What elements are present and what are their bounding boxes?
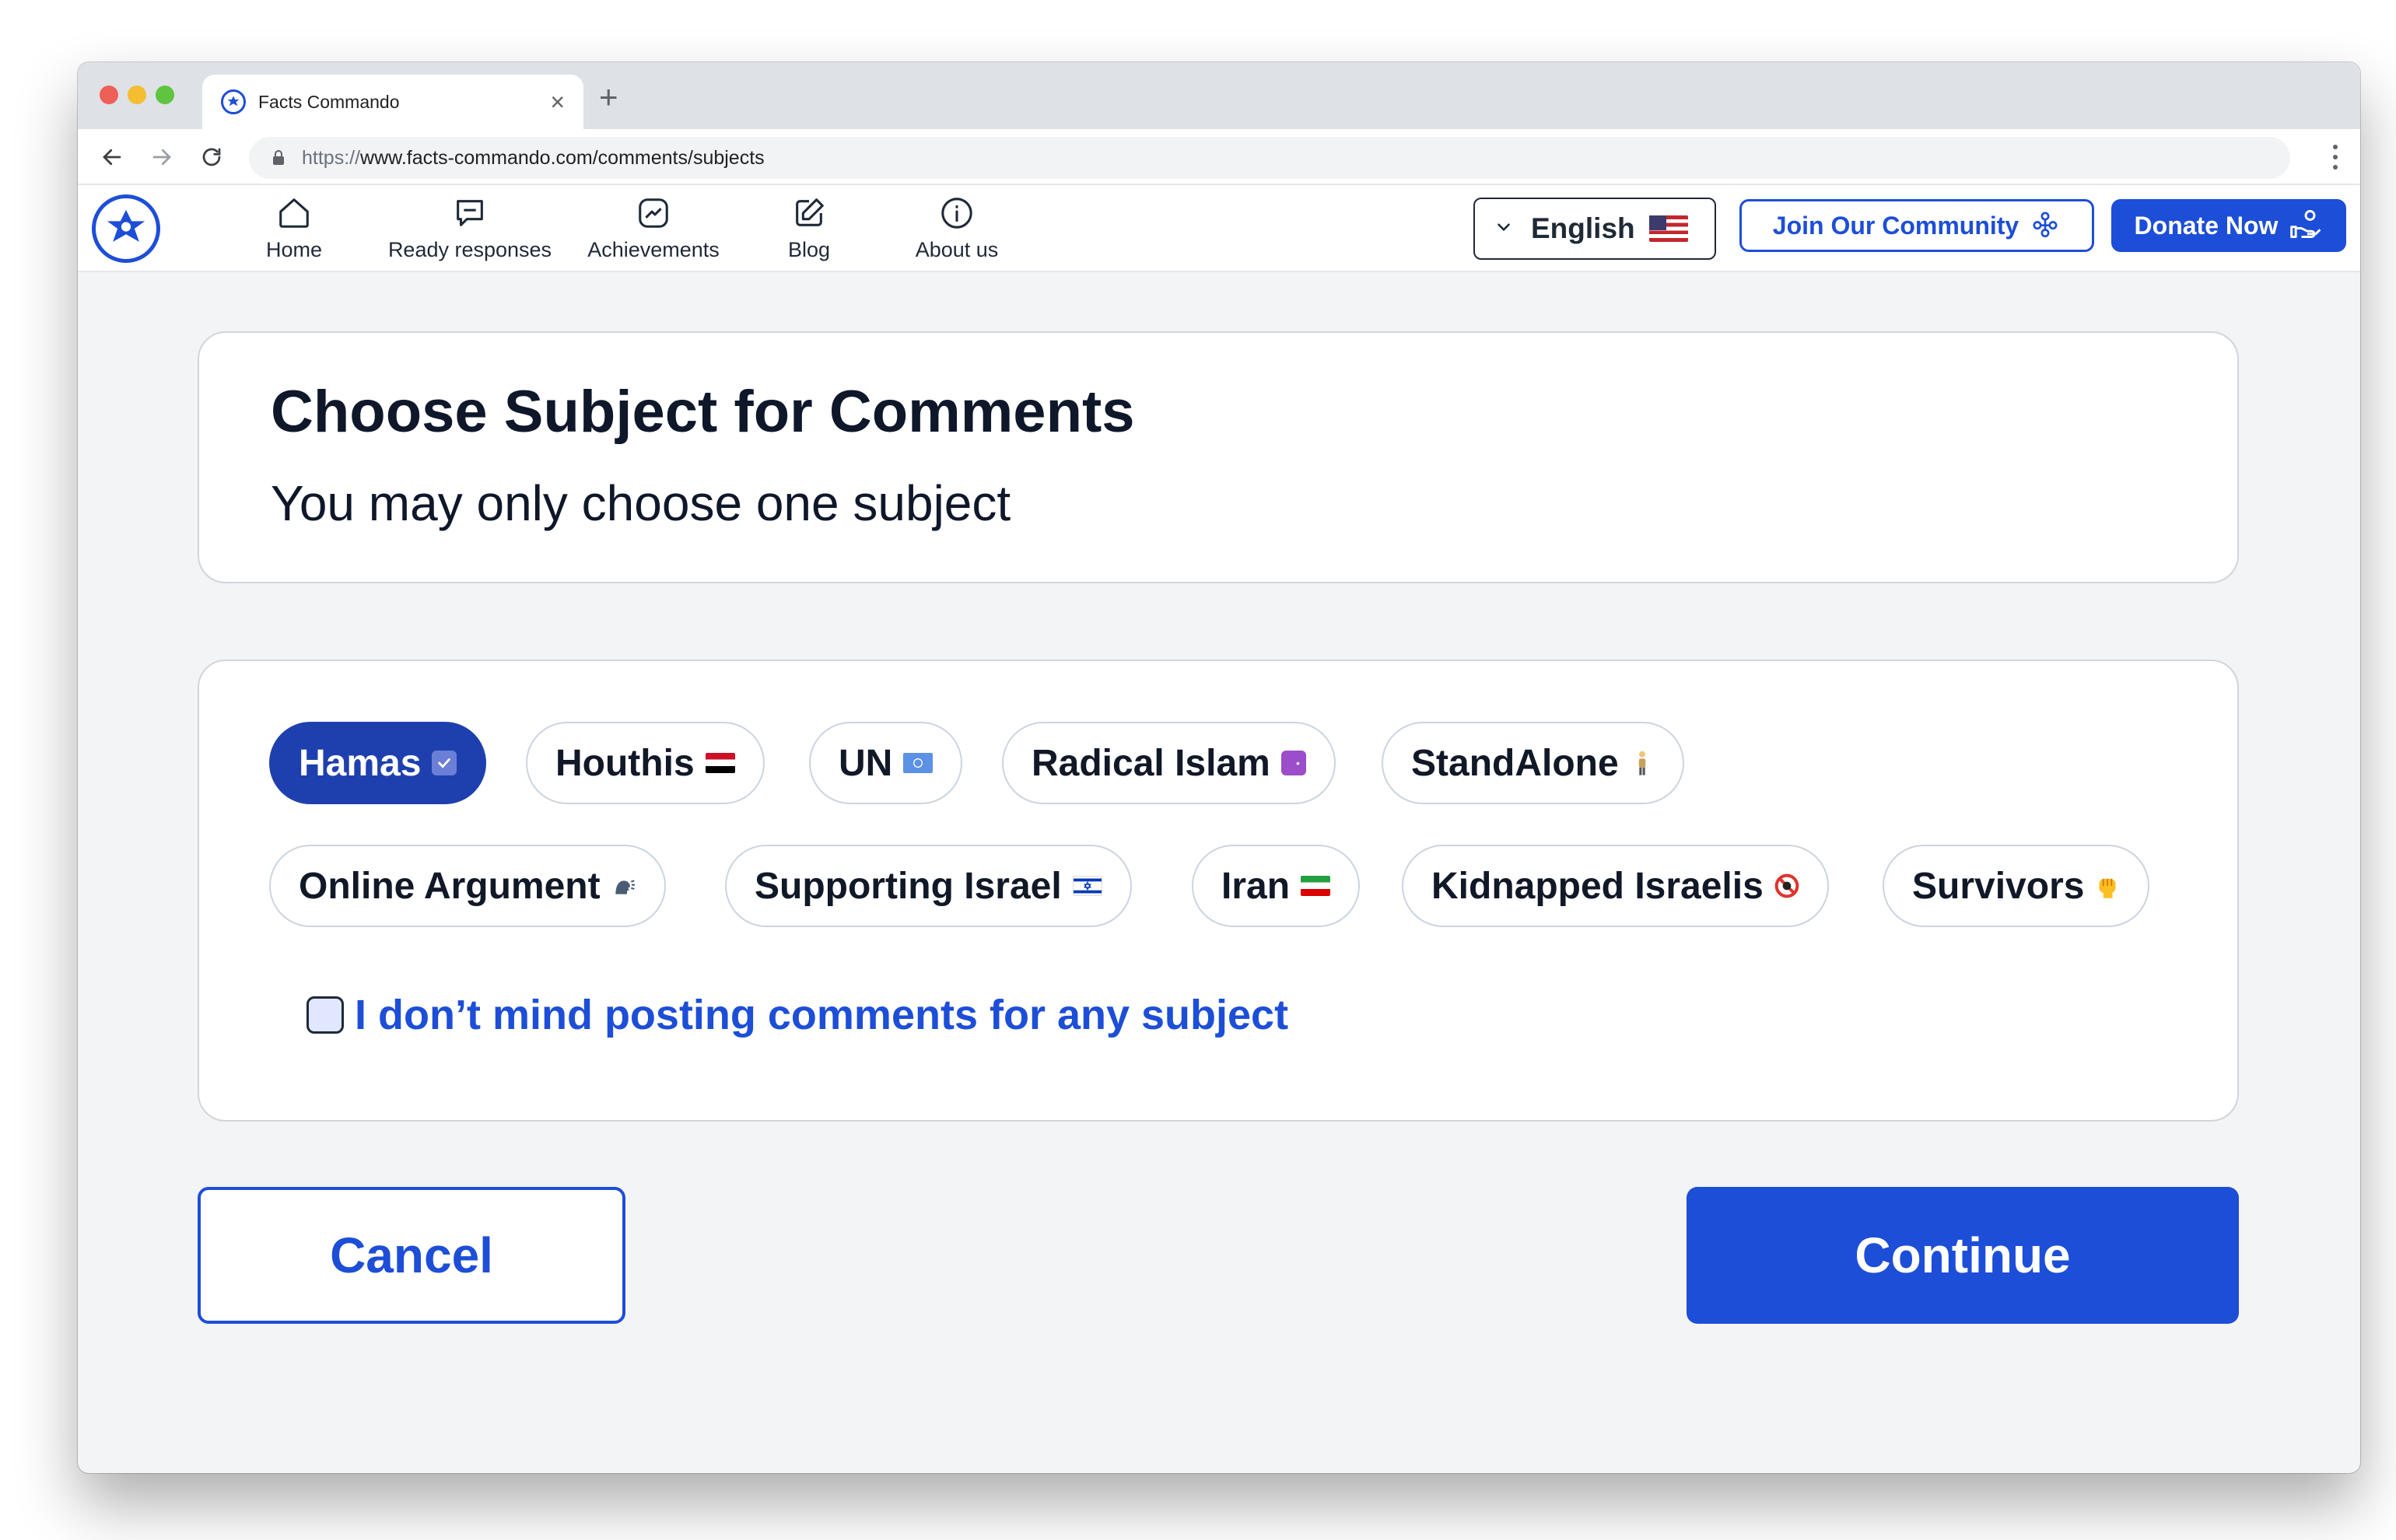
yemen-flag-emoji-icon <box>705 753 735 773</box>
subject-chip-standalone[interactable]: StandAlone <box>1382 722 1684 804</box>
subject-label: Kidnapped Israelis <box>1431 865 1764 907</box>
title-card: Choose Subject for Comments You may only… <box>198 331 2239 583</box>
reload-icon[interactable] <box>194 140 229 174</box>
subjects-card: Hamas Houthis UN Radical Islam StandAlon… <box>198 660 2239 1122</box>
site-header: Home Ready responses Achievements Blog A <box>78 185 2360 272</box>
subject-chip-survivors[interactable]: Survivors <box>1883 845 2150 927</box>
subject-chip-online-argument[interactable]: Online Argument <box>269 845 666 927</box>
subject-label: StandAlone <box>1411 742 1619 784</box>
tab-title: Facts Commando <box>258 91 400 112</box>
cancel-button[interactable]: Cancel <box>198 1187 625 1324</box>
nav-item-home[interactable]: Home <box>263 193 325 268</box>
subject-label: Iran <box>1221 865 1291 907</box>
israel-flag-emoji-icon <box>1072 876 1102 896</box>
donate-button[interactable]: Donate Now <box>2111 199 2346 252</box>
url-text: www.facts-commando.com/comments/subjects <box>360 146 765 169</box>
browser-tab-strip: Facts Commando × + <box>78 62 2360 129</box>
nav-label: About us <box>915 238 999 261</box>
nav-label: Blog <box>787 238 831 261</box>
subject-chip-hamas[interactable]: Hamas <box>269 722 487 804</box>
language-label: English <box>1531 212 1635 244</box>
iran-flag-emoji-icon <box>1301 876 1331 896</box>
subject-label: Supporting Israel <box>755 865 1062 907</box>
nav-item-ready-responses[interactable]: Ready responses <box>377 193 563 268</box>
continue-button[interactable]: Continue <box>1687 1187 2239 1324</box>
site-logo-icon[interactable] <box>92 194 160 263</box>
continue-label: Continue <box>1855 1227 2071 1283</box>
nav-item-about-us[interactable]: About us <box>902 193 1011 268</box>
cancel-label: Cancel <box>330 1227 493 1283</box>
tab-close-icon[interactable]: × <box>550 89 565 114</box>
speaking-head-emoji-icon <box>611 873 636 898</box>
home-icon <box>274 193 314 233</box>
standing-person-emoji-icon <box>1630 751 1655 775</box>
subject-chip-un[interactable]: UN <box>809 722 963 804</box>
no-under-18-emoji-icon <box>1774 873 1799 898</box>
community-icon <box>2030 208 2061 243</box>
donate-hand-icon <box>2289 207 2323 245</box>
subject-chip-iran[interactable]: Iran <box>1192 845 1361 927</box>
close-window-button[interactable] <box>100 86 118 104</box>
subject-chip-kidnapped-israelis[interactable]: Kidnapped Israelis <box>1402 845 1829 927</box>
page-title: Choose Subject for Comments <box>271 379 1135 445</box>
raised-fist-emoji-icon <box>2095 873 2120 898</box>
chevron-down-icon <box>1494 217 1514 241</box>
us-flag-icon <box>1648 215 1688 242</box>
nav-item-achievements[interactable]: Achievements <box>576 193 731 268</box>
nav-label: Achievements <box>587 238 720 261</box>
any-subject-option[interactable]: I don’t mind posting comments for any su… <box>307 991 1288 1039</box>
browser-tab[interactable]: Facts Commando × <box>202 75 583 129</box>
nav-label: Ready responses <box>387 238 552 261</box>
subject-label: Online Argument <box>299 865 601 907</box>
language-select[interactable]: English <box>1473 198 1716 260</box>
join-community-button[interactable]: Join Our Community <box>1739 199 2094 252</box>
subject-label: Survivors <box>1912 865 2085 907</box>
join-community-label: Join Our Community <box>1772 211 2019 240</box>
donate-label: Donate Now <box>2134 211 2279 240</box>
nav-item-blog[interactable]: Blog <box>770 193 848 268</box>
subject-label: Houthis <box>555 742 695 784</box>
back-arrow-icon[interactable] <box>95 140 129 174</box>
lock-icon <box>269 149 288 167</box>
url-scheme: https:// <box>302 146 361 169</box>
info-icon <box>937 193 977 233</box>
browser-window: Facts Commando × + https:// www.facts-co… <box>78 62 2360 1473</box>
browser-toolbar: https:// www.facts-commando.com/comments… <box>78 129 2360 185</box>
subject-chip-radical-islam[interactable]: Radical Islam <box>1002 722 1336 804</box>
subject-label: UN <box>839 742 893 784</box>
trend-chart-icon <box>633 193 674 233</box>
maximize-window-button[interactable] <box>156 86 174 104</box>
any-subject-checkbox[interactable] <box>307 996 344 1034</box>
chat-bubble-icon <box>450 193 490 233</box>
subject-chip-houthis[interactable]: Houthis <box>526 722 765 804</box>
forward-arrow-icon[interactable] <box>145 140 179 174</box>
un-flag-emoji-icon <box>903 753 934 773</box>
star-crescent-emoji-icon <box>1280 751 1306 775</box>
site-favicon-icon <box>221 89 246 114</box>
edit-icon <box>789 193 829 233</box>
minimize-window-button[interactable] <box>128 86 146 104</box>
page-subtitle: You may only choose one subject <box>271 475 1011 531</box>
any-subject-label: I don’t mind posting comments for any su… <box>355 992 1289 1038</box>
browser-menu-icon[interactable] <box>2328 142 2343 173</box>
subject-chip-supporting-israel[interactable]: Supporting Israel <box>725 845 1132 927</box>
nav-label: Home <box>265 238 323 261</box>
subject-label: Hamas <box>299 742 422 784</box>
new-tab-button[interactable]: + <box>599 81 618 114</box>
check-box-emoji-icon <box>432 751 457 775</box>
address-bar[interactable]: https:// www.facts-commando.com/comments… <box>249 137 2290 179</box>
subject-label: Radical Islam <box>1032 742 1270 784</box>
